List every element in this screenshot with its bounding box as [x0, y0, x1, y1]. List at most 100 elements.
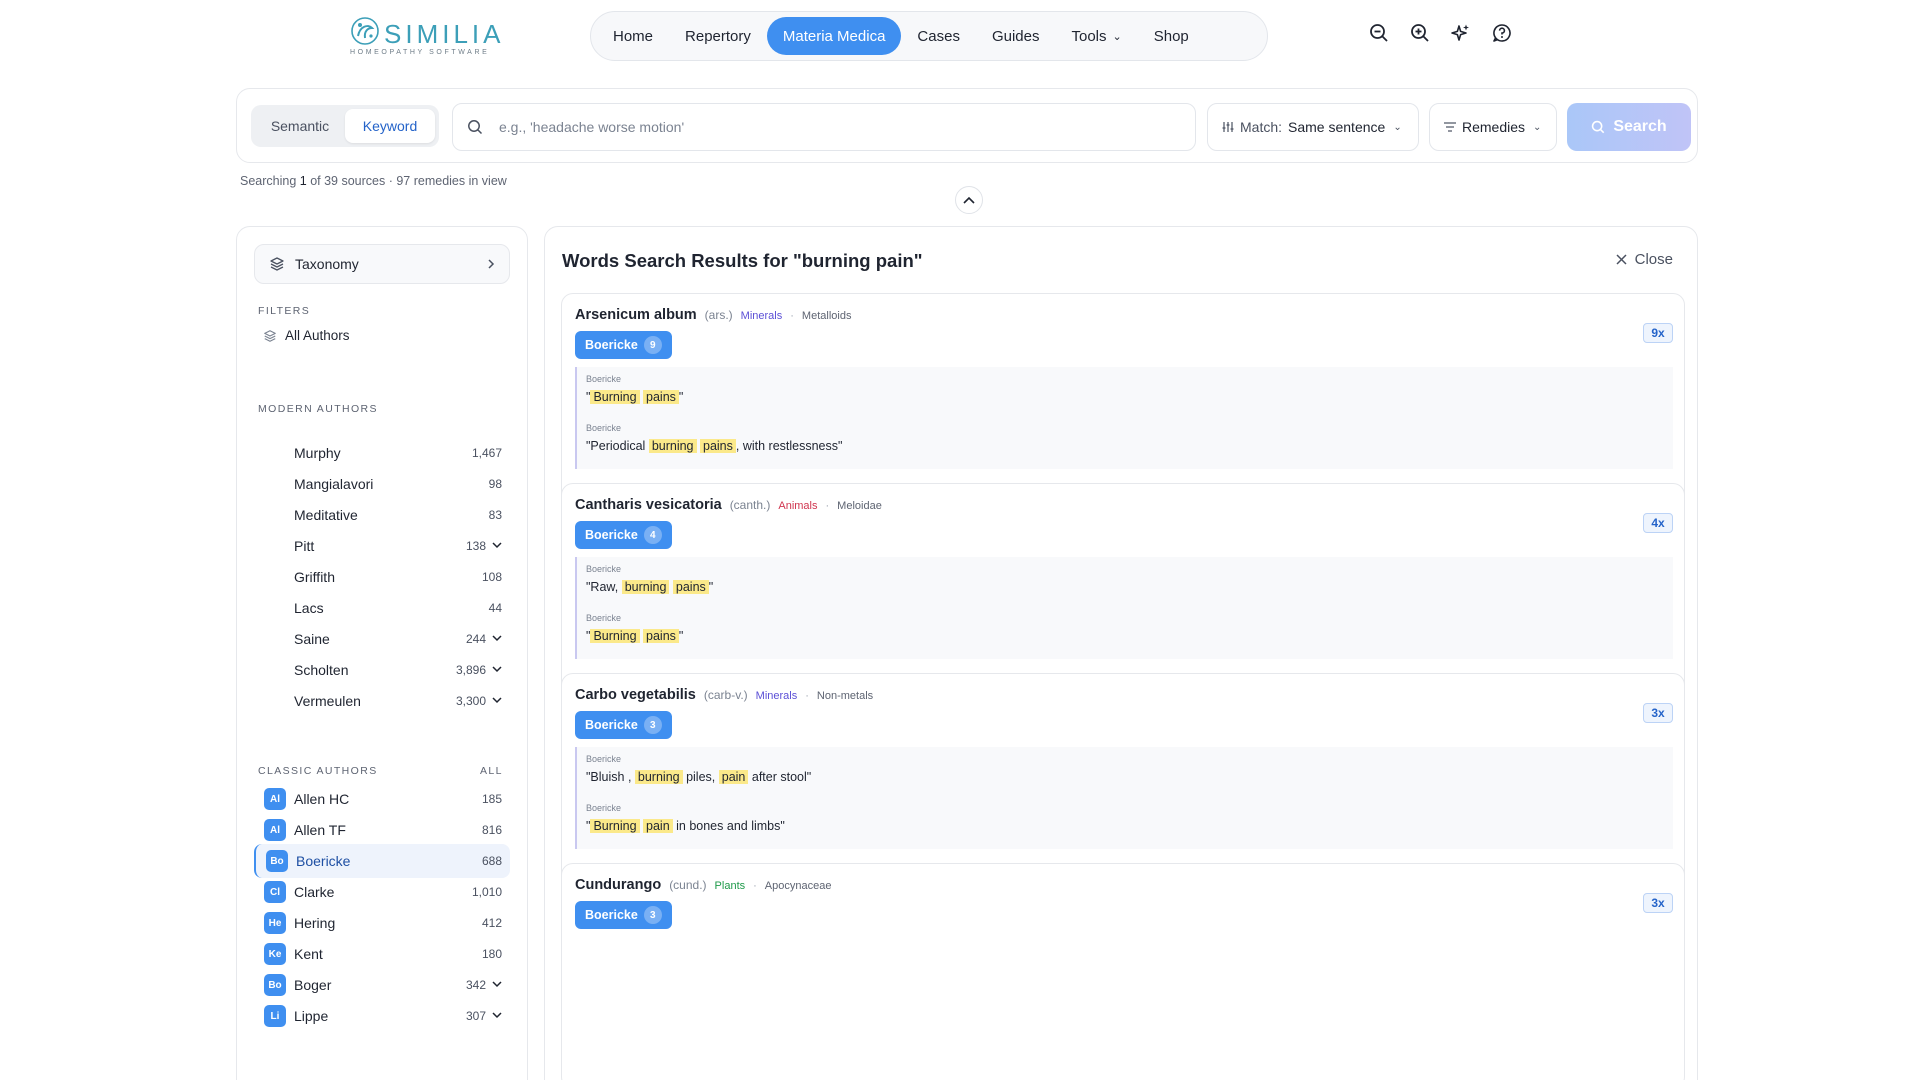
similia-logo[interactable]: SIMILIA HOMEOPATHY SOFTWARE	[348, 14, 500, 60]
quote-text: "Bluish , burning piles, pain after stoo…	[586, 770, 1664, 784]
author-item-vermeulen[interactable]: Vermeulen 3,300	[254, 684, 510, 718]
nav-item-materia-medica[interactable]: Materia Medica	[766, 17, 902, 55]
author-item-murphy[interactable]: Murphy 1,467	[254, 436, 510, 470]
quote-fragment: "	[678, 390, 684, 404]
chevron-down-icon[interactable]	[492, 695, 502, 707]
author-item-griffith[interactable]: Griffith 108	[254, 560, 510, 594]
search-icon	[1592, 120, 1605, 134]
author-name: Meditative	[294, 507, 358, 523]
quote-excerpt[interactable]: Boericke " Burning pain in bones and limbs…	[575, 796, 1673, 849]
author-item-boger[interactable]: Bo Boger 342	[254, 968, 510, 1002]
chevron-down-icon: ⌄	[1112, 30, 1122, 43]
author-count-wrap: 342	[466, 978, 502, 992]
remedy-card[interactable]: Cundurango (cund.) Plants · Apocynaceae 3x Boe…	[561, 863, 1685, 1080]
author-item-clarke[interactable]: Cl Clarke 1,010	[254, 875, 510, 909]
source-pill-boericke[interactable]: Boericke 4	[575, 521, 672, 549]
highlighted-term: pain	[643, 819, 673, 833]
zoom-out-icon[interactable]	[1368, 22, 1390, 44]
keyword-mode-button[interactable]: Keyword	[345, 109, 435, 143]
author-item-scholten[interactable]: Scholten 3,896	[254, 653, 510, 687]
main-nav: Home Repertory Materia Medica Cases Guides To…	[590, 11, 1268, 61]
remedy-name[interactable]: Cantharis vesicatoria	[575, 497, 722, 513]
author-item-mangialavori[interactable]: Mangialavori 98	[254, 467, 510, 501]
taxonomy-button[interactable]: Taxonomy	[254, 244, 510, 284]
author-item-lippe[interactable]: Li Lippe 307	[254, 999, 510, 1033]
remedy-kingdom: Minerals	[755, 690, 798, 702]
sparkles-icon[interactable]	[1450, 22, 1472, 44]
remedy-name[interactable]: Carbo vegetabilis	[575, 687, 696, 703]
nav-item-home[interactable]: Home	[597, 17, 669, 55]
source-pill-boericke[interactable]: Boericke 3	[575, 901, 672, 929]
remedy-kingdom: Animals	[778, 500, 818, 512]
quote-source: Boericke	[586, 374, 622, 384]
author-item-meditative[interactable]: Meditative 83	[254, 498, 510, 532]
chevron-down-icon[interactable]	[492, 540, 502, 552]
quote-excerpt[interactable]: Boericke "Raw, burning pains "	[575, 557, 1673, 610]
layers-icon	[270, 257, 284, 271]
nav-item-repertory[interactable]: Repertory	[669, 17, 767, 55]
author-name: Allen TF	[294, 822, 346, 838]
chevron-down-icon[interactable]	[492, 1010, 502, 1022]
quote-excerpt[interactable]: Boericke "Bluish , burning piles, pain af…	[575, 747, 1673, 800]
nav-item-tools[interactable]: Tools ⌄	[1055, 17, 1137, 55]
author-name: Saine	[294, 631, 330, 647]
author-count-wrap: 244	[466, 632, 502, 646]
quote-excerpt[interactable]: Boericke " Burning pains "	[575, 367, 1673, 420]
author-item-saine[interactable]: Saine 244	[254, 622, 510, 656]
nav-item-guides[interactable]: Guides	[976, 17, 1056, 55]
classic-all-link[interactable]: ALL	[480, 765, 503, 777]
author-count: 138	[465, 539, 486, 553]
author-item-pitt[interactable]: Pitt 138	[254, 529, 510, 563]
filters-heading: FILTERS	[258, 305, 311, 317]
author-badge: He	[264, 912, 286, 934]
remedy-family: Non-metals	[816, 690, 874, 702]
chevron-down-icon[interactable]	[492, 979, 502, 991]
quote-excerpt[interactable]: Boericke " Burning pains "	[575, 606, 1673, 659]
author-item-lacs[interactable]: Lacs 44	[254, 591, 510, 625]
search-button[interactable]: Search	[1567, 103, 1691, 151]
collapse-search-button[interactable]	[955, 186, 983, 214]
status-prefix: Searching	[240, 174, 300, 188]
all-authors-filter[interactable]: All Authors	[263, 328, 350, 343]
chevron-down-icon[interactable]	[492, 633, 502, 645]
highlighted-term: burning	[621, 580, 670, 594]
layers-icon	[264, 329, 276, 342]
source-pill-count: 4	[643, 526, 662, 544]
search-input[interactable]	[499, 119, 1139, 135]
author-count-wrap: 412	[482, 916, 502, 930]
author-item-hering[interactable]: He Hering 412	[254, 906, 510, 940]
help-icon[interactable]	[1491, 22, 1513, 44]
quote-fragment: "	[708, 580, 714, 594]
source-pill-count: 3	[643, 906, 662, 924]
remedies-dropdown[interactable]: Remedies ⌄	[1429, 103, 1557, 151]
remedy-name[interactable]: Cundurango	[575, 877, 661, 893]
nav-item-shop[interactable]: Shop	[1138, 17, 1205, 55]
close-label: Close	[1634, 251, 1673, 268]
author-item-boericke[interactable]: Bo Boericke 688	[254, 844, 510, 878]
source-pill-boericke[interactable]: Boericke 3	[575, 711, 672, 739]
all-authors-label: All Authors	[285, 328, 350, 343]
author-count: 83	[488, 508, 502, 522]
match-dropdown[interactable]: Match: Same sentence ⌄	[1207, 103, 1419, 151]
search-field	[452, 103, 1196, 151]
quote-excerpt[interactable]: Boericke "Periodical burning pains, with …	[575, 416, 1673, 469]
chevron-down-icon[interactable]	[492, 664, 502, 676]
nav-item-cases[interactable]: Cases	[901, 17, 976, 55]
source-pill-label: Boericke	[585, 718, 638, 732]
zoom-in-icon[interactable]	[1409, 22, 1431, 44]
match-count-badge: 3x	[1643, 893, 1673, 913]
quote-source: Boericke	[586, 754, 622, 764]
author-item-kent[interactable]: Ke Kent 180	[254, 937, 510, 971]
remedy-kingdom: Minerals	[740, 310, 783, 322]
source-pill-count: 9	[643, 336, 662, 354]
author-item-allen-hc[interactable]: Al Allen HC 185	[254, 782, 510, 816]
results-title: Words Search Results for "burning pain"	[562, 250, 923, 271]
author-name: Griffith	[294, 569, 335, 585]
author-item-allen-tf[interactable]: Al Allen TF 816	[254, 813, 510, 847]
source-pill-boericke[interactable]: Boericke 9	[575, 331, 672, 359]
close-results-button[interactable]: Close	[1616, 251, 1673, 268]
remedy-name[interactable]: Arsenicum album	[575, 307, 697, 323]
author-count-wrap: 185	[482, 792, 502, 806]
semantic-mode-button[interactable]: Semantic	[255, 109, 345, 143]
author-count: 185	[481, 792, 502, 806]
